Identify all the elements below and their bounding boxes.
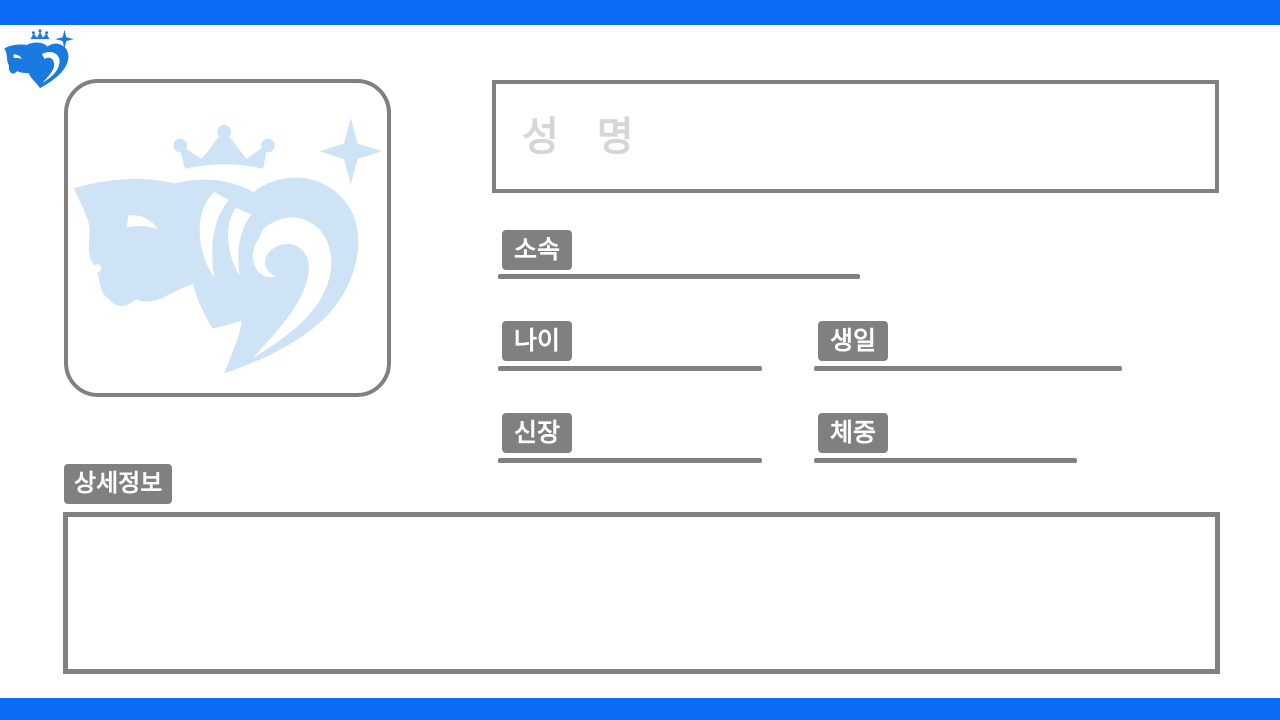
bottom-band — [0, 698, 1280, 720]
name-placeholder: 성 명 — [522, 114, 646, 160]
height-label: 신장 — [502, 413, 573, 453]
weight-label: 체중 — [818, 413, 889, 453]
affiliation-field-line[interactable] — [498, 274, 860, 279]
height-field-line[interactable] — [498, 458, 762, 463]
details-textarea[interactable] — [63, 512, 1220, 674]
horse-heart-logo-icon — [4, 29, 74, 89]
birthday-field-line[interactable] — [814, 366, 1122, 371]
age-field-line[interactable] — [498, 366, 762, 371]
photo-frame[interactable] — [64, 79, 391, 397]
affiliation-label: 소속 — [502, 230, 573, 270]
top-band — [0, 0, 1280, 25]
birthday-label: 생일 — [818, 321, 889, 361]
weight-field-line[interactable] — [814, 458, 1077, 463]
age-label: 나이 — [502, 321, 573, 361]
name-field[interactable]: 성 명 — [492, 80, 1219, 193]
details-label: 상세정보 — [64, 464, 173, 504]
horse-heart-emblem-icon — [73, 118, 383, 374]
